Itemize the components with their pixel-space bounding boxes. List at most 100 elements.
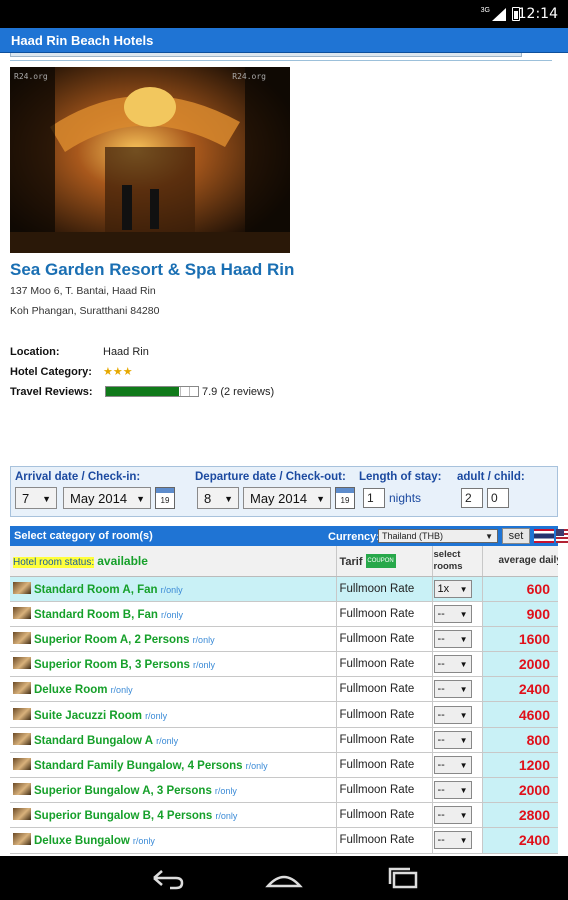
- room-quantity-select[interactable]: -- ▼: [433, 730, 472, 749]
- room-tarif: Fullmoon Rate: [335, 651, 432, 678]
- departure-label: Departure date / Check-out:: [195, 471, 346, 483]
- review-score-bar: [105, 386, 199, 397]
- chevron-down-icon: ▼: [459, 710, 468, 720]
- table-header-row: Hotel room status: available Tarif COUPON…: [10, 546, 558, 577]
- room-quantity-select[interactable]: -- ▼: [433, 604, 472, 623]
- departure-calendar-icon[interactable]: 19: [335, 487, 355, 509]
- room-name[interactable]: Standard Room B, Fan: [34, 609, 158, 621]
- rooms-header: Select category of room(s) Currency: Tha…: [10, 526, 568, 546]
- room-only-tag: r/only: [193, 660, 216, 671]
- table-row[interactable]: Standard Bungalow A r/only Fullmoon Rate -…: [10, 727, 558, 753]
- set-currency-button[interactable]: set: [502, 528, 530, 544]
- room-thumbnail-icon[interactable]: [13, 581, 31, 594]
- room-name[interactable]: Standard Bungalow A: [34, 735, 153, 747]
- location-value: Haad Rin: [103, 346, 149, 358]
- departure-day-select[interactable]: 8 ▼: [197, 487, 239, 509]
- room-name[interactable]: Standard Family Bungalow, 4 Persons: [34, 760, 243, 772]
- currency-select[interactable]: Thailand (THB) ▼: [378, 529, 498, 543]
- room-quantity-select[interactable]: -- ▼: [433, 831, 472, 850]
- recent-apps-icon[interactable]: [384, 866, 424, 890]
- adults-input[interactable]: 2: [461, 488, 483, 508]
- room-name[interactable]: Superior Room B, 3 Persons: [34, 659, 190, 671]
- usa-flag-icon[interactable]: [556, 529, 568, 543]
- table-row[interactable]: Superior Room B, 3 Persons r/only Fullmoo…: [10, 651, 558, 678]
- room-name[interactable]: Deluxe Room: [34, 684, 108, 696]
- room-thumbnail-icon[interactable]: [13, 783, 31, 796]
- room-price: 2000: [518, 656, 550, 673]
- room-name[interactable]: Standard Room A, Fan: [34, 584, 158, 596]
- table-row[interactable]: Suite Jacuzzi Room r/only Fullmoon Rate --…: [10, 701, 558, 728]
- room-quantity-select[interactable]: 1x ▼: [433, 579, 472, 598]
- arrival-day-select[interactable]: 7 ▼: [15, 487, 57, 509]
- watermark-left: R24.org: [14, 72, 48, 81]
- room-price: 4600: [518, 706, 550, 723]
- room-name[interactable]: Suite Jacuzzi Room: [34, 710, 142, 722]
- room-only-tag: r/only: [156, 735, 179, 746]
- rooms-header-title: Select category of room(s): [14, 530, 153, 542]
- children-input[interactable]: 0: [487, 488, 509, 508]
- status-value: available: [97, 553, 148, 568]
- table-row[interactable]: Standard Room B, Fan r/only Fullmoon Rate…: [10, 601, 558, 627]
- coupon-icon[interactable]: COUPON: [365, 553, 396, 568]
- room-quantity-select[interactable]: -- ▼: [433, 705, 472, 724]
- room-quantity-select[interactable]: -- ▼: [433, 806, 472, 825]
- room-only-tag: r/only: [215, 811, 238, 822]
- table-row[interactable]: Deluxe Room r/only Fullmoon Rate -- ▼ 2400: [10, 676, 558, 703]
- room-name[interactable]: Superior Bungalow B, 4 Persons: [34, 810, 212, 822]
- arrival-month-select[interactable]: May 2014 ▼: [63, 487, 151, 509]
- room-only-tag: r/only: [145, 710, 168, 721]
- table-row[interactable]: Standard Room A, Fan r/only Fullmoon Rate…: [10, 576, 558, 602]
- room-tarif: Fullmoon Rate: [335, 701, 432, 728]
- table-row[interactable]: Superior Bungalow A, 3 Persons r/only Ful…: [10, 777, 558, 804]
- stay-input[interactable]: 1: [363, 488, 385, 508]
- hotel-name: Sea Garden Resort & Spa Haad Rin: [10, 260, 295, 279]
- room-thumbnail-icon[interactable]: [13, 757, 31, 770]
- room-price: 1600: [518, 630, 550, 647]
- signal-icon: [492, 8, 506, 21]
- room-quantity-select[interactable]: -- ▼: [433, 680, 472, 699]
- thailand-flag-icon[interactable]: [534, 529, 554, 543]
- room-thumbnail-icon[interactable]: [13, 833, 31, 846]
- room-tarif: Fullmoon Rate: [335, 777, 432, 804]
- category-label: Hotel Category:: [10, 366, 92, 378]
- hotel-photo[interactable]: R24.org R24.org: [10, 67, 290, 253]
- search-bar-remnant[interactable]: [10, 53, 522, 57]
- room-quantity-select[interactable]: -- ▼: [433, 629, 472, 648]
- room-name[interactable]: Deluxe Bungalow: [34, 835, 130, 847]
- table-row[interactable]: Superior Bungalow B, 4 Persons r/only Ful…: [10, 802, 558, 829]
- room-thumbnail-icon[interactable]: [13, 657, 31, 670]
- hotel-photo-image: [10, 67, 290, 253]
- arrival-calendar-icon[interactable]: 19: [155, 487, 175, 509]
- chevron-down-icon: ▼: [136, 494, 145, 504]
- room-thumbnail-icon[interactable]: [13, 808, 31, 821]
- address-line-2: Koh Phangan, Suratthani 84280: [10, 305, 160, 317]
- room-thumbnail-icon[interactable]: [13, 631, 31, 644]
- departure-month-select[interactable]: May 2014 ▼: [243, 487, 331, 509]
- table-row[interactable]: Superior Room A, 2 Persons r/only Fullmoo…: [10, 626, 558, 653]
- home-icon[interactable]: [264, 866, 304, 890]
- room-thumbnail-icon[interactable]: [13, 682, 31, 695]
- room-name[interactable]: Superior Bungalow A, 3 Persons: [34, 785, 212, 797]
- tarif-header: Tarif: [339, 555, 363, 568]
- room-thumbnail-icon[interactable]: [13, 732, 31, 745]
- back-icon[interactable]: [146, 866, 186, 890]
- room-price: 800: [526, 731, 550, 748]
- app-bar: Haad Rin Beach Hotels: [0, 28, 568, 53]
- room-thumbnail-icon[interactable]: [13, 606, 31, 619]
- chevron-down-icon: ▼: [459, 584, 468, 594]
- arrival-label: Arrival date / Check-in:: [15, 471, 141, 483]
- room-quantity-select[interactable]: -- ▼: [433, 781, 472, 800]
- table-row[interactable]: Standard Family Bungalow, 4 Persons r/on…: [10, 752, 558, 779]
- room-quantity-select[interactable]: -- ▼: [433, 755, 472, 774]
- hotel-page[interactable]: R24.org R24.org Sea Garden Resort & Spa …: [0, 53, 568, 856]
- chevron-down-icon: ▼: [42, 494, 51, 504]
- room-only-tag: r/only: [160, 584, 183, 595]
- chevron-down-icon: ▼: [459, 634, 468, 644]
- select-rooms-header: select rooms: [433, 548, 463, 572]
- room-tarif: Fullmoon Rate: [335, 752, 432, 779]
- room-tarif: Fullmoon Rate: [335, 576, 432, 602]
- table-row[interactable]: Deluxe Bungalow r/only Fullmoon Rate -- ▼ 24…: [10, 827, 558, 854]
- room-thumbnail-icon[interactable]: [13, 707, 31, 720]
- room-quantity-select[interactable]: -- ▼: [433, 655, 472, 674]
- room-name[interactable]: Superior Room A, 2 Persons: [34, 634, 190, 646]
